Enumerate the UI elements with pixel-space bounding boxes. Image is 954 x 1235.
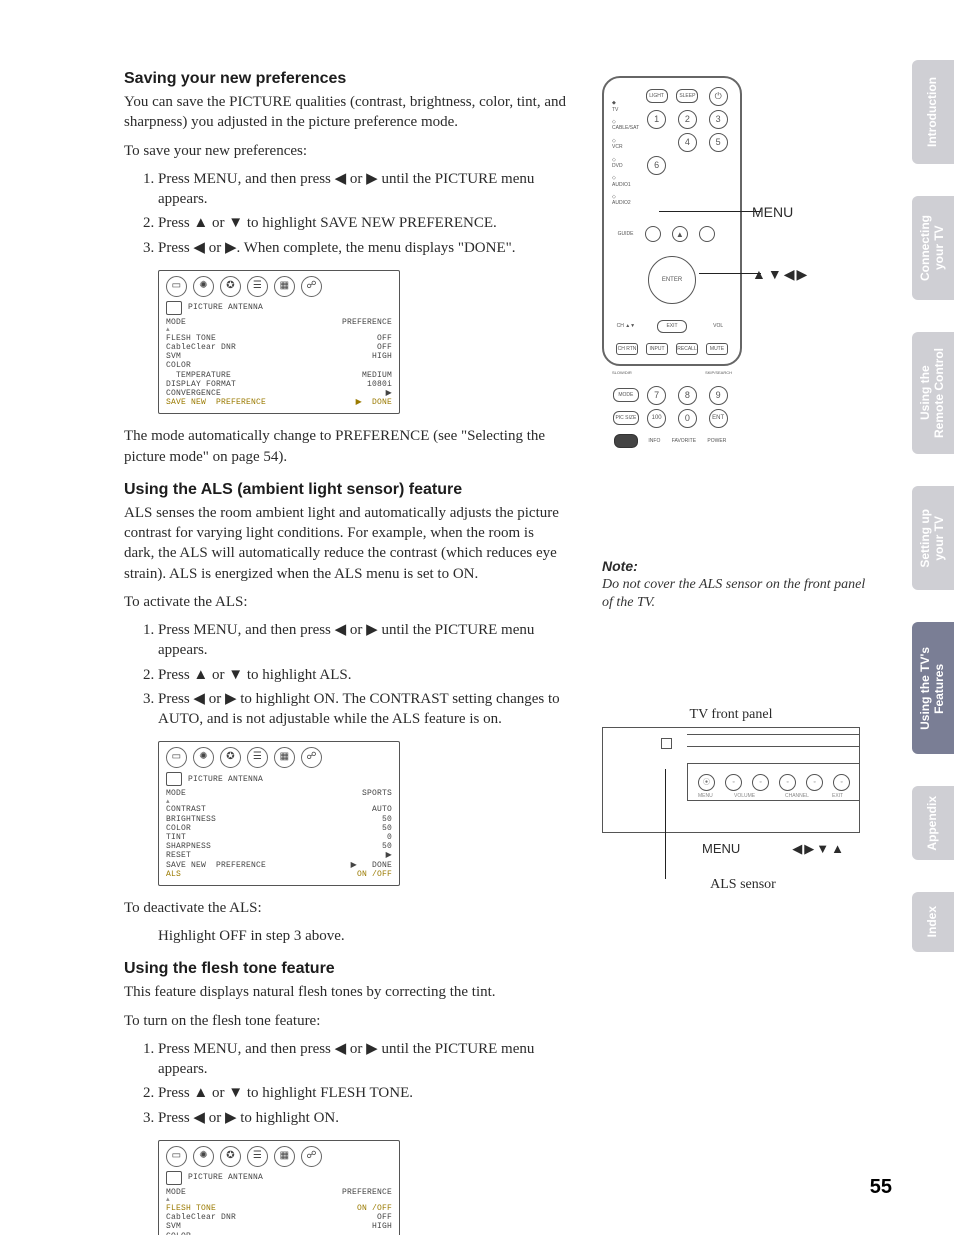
front-panel-caption: TV front panel: [602, 707, 860, 723]
osd-icon: ▭: [166, 276, 187, 297]
step: Press ◀ or ▶. When complete, the menu di…: [158, 238, 568, 258]
step: Press ◀ or ▶ to highlight ON.: [158, 1108, 568, 1128]
osd-title: PICTURE ANTENNA: [188, 1173, 263, 1182]
tab-appendix[interactable]: Appendix: [912, 786, 954, 860]
para: To turn on the flesh tone feature:: [124, 1011, 568, 1031]
step: Press MENU, and then press ◀ or ▶ until …: [158, 1039, 568, 1080]
note-heading: Note:: [602, 558, 872, 574]
osd-icon: ☍: [301, 747, 322, 768]
heading-als: Using the ALS (ambient light sensor) fea…: [124, 481, 568, 499]
para: To deactivate the ALS:: [124, 898, 568, 918]
steps-save-pref: Press MENU, and then press ◀ or ▶ until …: [124, 169, 568, 258]
step: Press ▲ or ▼ to highlight ALS.: [158, 665, 568, 685]
tab-introduction[interactable]: Introduction: [912, 60, 954, 164]
para: You can save the PICTURE qualities (cont…: [124, 92, 568, 133]
panel-menu-button[interactable]: ⦿: [698, 774, 715, 791]
para: This feature displays natural flesh tone…: [124, 982, 568, 1002]
als-sensor-icon: [661, 738, 672, 749]
remote-outline: ◆TV ◇CABLE/SAT ◇VCR ◇DVD ◇AUDIO1 ◇AUDIO2…: [602, 76, 742, 366]
main-column: Saving your new preferences You can save…: [124, 70, 568, 1235]
menu-leader-line: [659, 211, 761, 212]
side-column: ◆TV ◇CABLE/SAT ◇VCR ◇DVD ◇AUDIO1 ◇AUDIO2…: [602, 70, 872, 1235]
osd-icon: ✺: [193, 1146, 214, 1167]
osd-icon: ▭: [166, 747, 187, 768]
heading-save-pref: Saving your new preferences: [124, 70, 568, 88]
menu-button[interactable]: [614, 434, 638, 448]
front-panel-figure: TV front panel ⦿ ◦◦ ◦◦ ◦ MENU VOLUME CHA…: [602, 707, 860, 893]
osd-title: PICTURE ANTENNA: [188, 303, 263, 312]
tab-features[interactable]: Using the TV's Features: [912, 622, 954, 754]
chapter-tabs: Introduction Connecting your TV Using th…: [912, 60, 954, 952]
osd-title: PICTURE ANTENNA: [188, 775, 263, 784]
step: Press MENU, and then press ◀ or ▶ until …: [158, 169, 568, 210]
tab-index[interactable]: Index: [912, 892, 954, 952]
osd-icon: ☍: [301, 276, 322, 297]
heading-fleshtone: Using the flesh tone feature: [124, 960, 568, 978]
steps-fleshtone: Press MENU, and then press ◀ or ▶ until …: [124, 1039, 568, 1128]
remote-dpad-label: ▲▼◀▶: [752, 266, 809, 283]
step: Press ◀ or ▶ to highlight ON. The CONTRA…: [158, 689, 568, 730]
osd-icon: ▭: [166, 1146, 187, 1167]
osd-icon: ▦: [274, 1146, 295, 1167]
note-body: Do not cover the ALS sensor on the front…: [602, 576, 872, 611]
osd-icon: ✪: [220, 276, 241, 297]
osd-menu-3: ▭ ✺ ✪ ☰ ▦ ☍ PICTURE ANTENNA MODEPREFEREN…: [158, 1140, 400, 1235]
remote-figure: ◆TV ◇CABLE/SAT ◇VCR ◇DVD ◇AUDIO1 ◇AUDIO2…: [602, 76, 872, 366]
osd-menu-2: ▭ ✺ ✪ ☰ ▦ ☍ PICTURE ANTENNA MODESPORTS ▲…: [158, 741, 400, 886]
front-panel-box: ⦿ ◦◦ ◦◦ ◦ MENU VOLUME CHANNEL EXIT: [602, 727, 860, 833]
osd-icon: ✺: [193, 276, 214, 297]
para: To save your new preferences:: [124, 141, 568, 161]
para: Highlight OFF in step 3 above.: [158, 926, 568, 946]
osd-icon: ☰: [247, 1146, 268, 1167]
remote-menu-label: MENU: [752, 204, 793, 220]
tab-setup[interactable]: Setting up your TV: [912, 486, 954, 590]
osd-icon: ✪: [220, 1146, 241, 1167]
osd-icon: ▦: [274, 276, 295, 297]
front-panel-arrows-label: ◀▶▼▲: [792, 841, 846, 857]
osd-menu-1: ▭ ✺ ✪ ☰ ▦ ☍ PICTURE ANTENNA MODEPREFEREN…: [158, 270, 400, 415]
front-panel-menu-label: MENU: [702, 841, 740, 857]
osd-icon: ✺: [193, 747, 214, 768]
para: The mode automatically change to PREFERE…: [124, 426, 568, 467]
osd-icon: ✪: [220, 747, 241, 768]
tab-connecting[interactable]: Connecting your TV: [912, 196, 954, 300]
power-icon: ⏻: [709, 87, 728, 106]
tab-remote[interactable]: Using the Remote Control: [912, 332, 954, 454]
step: Press ▲ or ▼ to highlight SAVE NEW PREFE…: [158, 213, 568, 233]
enter-ring[interactable]: ENTER: [648, 256, 696, 304]
para: To activate the ALS:: [124, 592, 568, 612]
osd-icon: ☰: [247, 747, 268, 768]
page-number: 55: [870, 1176, 892, 1199]
als-leader-line: [665, 769, 666, 879]
step: Press MENU, and then press ◀ or ▶ until …: [158, 620, 568, 661]
steps-als: Press MENU, and then press ◀ or ▶ until …: [124, 620, 568, 729]
osd-icon: ☰: [247, 276, 268, 297]
als-sensor-label: ALS sensor: [626, 877, 860, 893]
osd-icon: ▦: [274, 747, 295, 768]
step: Press ▲ or ▼ to highlight FLESH TONE.: [158, 1083, 568, 1103]
osd-icon: ☍: [301, 1146, 322, 1167]
para: ALS senses the room ambient light and au…: [124, 503, 568, 584]
dpad-leader-line: [699, 273, 761, 274]
